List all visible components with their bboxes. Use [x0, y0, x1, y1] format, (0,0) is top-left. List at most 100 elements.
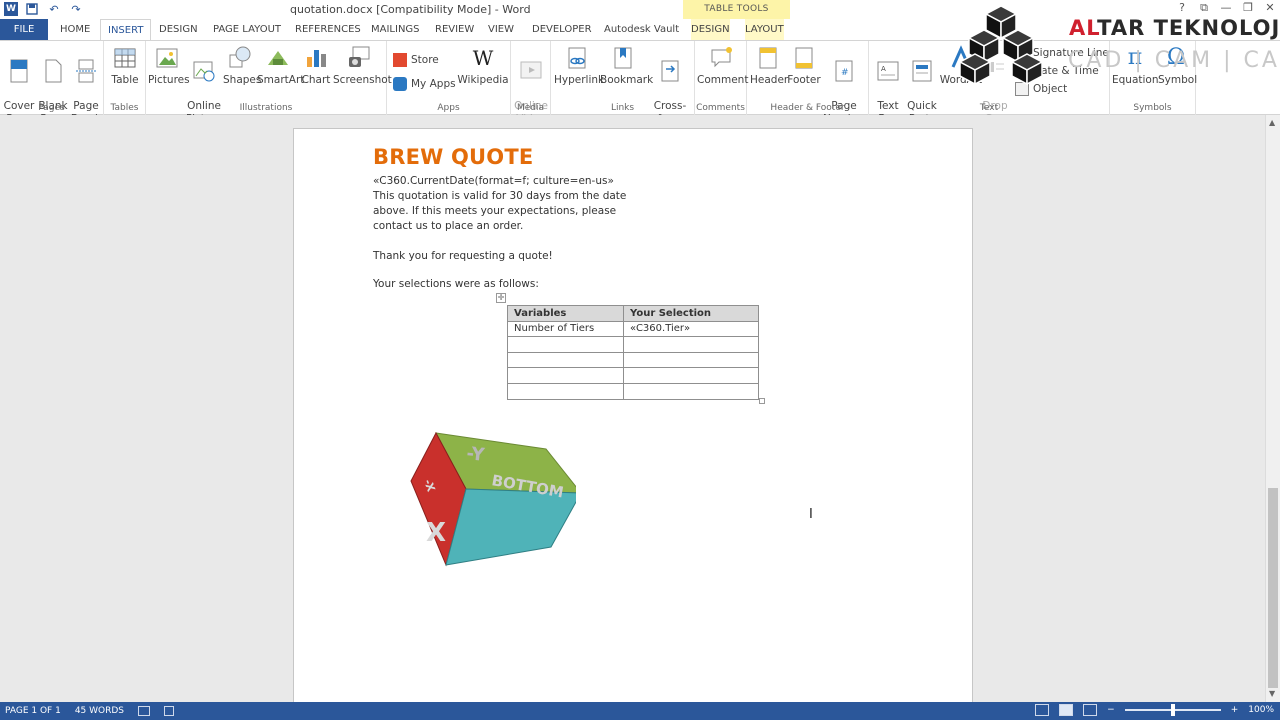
word-count[interactable]: 45 WORDS [75, 706, 124, 716]
scroll-up-icon[interactable]: ▲ [1269, 118, 1275, 127]
web-layout-icon[interactable] [1083, 704, 1098, 716]
scroll-down-icon[interactable]: ▼ [1269, 689, 1275, 698]
close-button[interactable]: ✕ [1264, 1, 1276, 15]
restore-button[interactable]: ❐ [1242, 1, 1254, 15]
table-move-handle-icon[interactable]: ✛ [496, 293, 506, 303]
table-header-cell[interactable]: Your Selection [623, 305, 759, 322]
quick-access-toolbar: W ↶ ↷ [4, 1, 84, 17]
tab-file[interactable]: FILE [0, 19, 48, 40]
table-cell[interactable] [623, 367, 759, 384]
table-header-cell[interactable]: Variables [507, 305, 624, 322]
undo-icon[interactable]: ↶ [46, 1, 62, 17]
table-resize-handle[interactable] [759, 398, 765, 404]
quick-parts-icon [912, 60, 932, 82]
page-count[interactable]: PAGE 1 OF 1 [5, 706, 61, 716]
comment-button[interactable]: Comment [697, 45, 748, 87]
cover-page-button[interactable]: Cover Page [3, 45, 35, 126]
altar-logo-subtitle: CAD | CAM | CAE [1068, 48, 1280, 73]
tab-home[interactable]: HOME [60, 19, 90, 40]
minimize-button[interactable]: — [1220, 1, 1232, 15]
proofing-icon[interactable] [138, 706, 151, 716]
blank-page-button[interactable]: Blank Page [37, 45, 69, 126]
tab-mailings[interactable]: MAILINGS [371, 19, 420, 40]
table-cell[interactable] [507, 336, 624, 353]
word-app-icon[interactable]: W [4, 2, 18, 16]
table-cell[interactable] [623, 336, 759, 353]
document-page[interactable]: BREW QUOTE «C360.CurrentDate(format=f; c… [293, 128, 973, 708]
smartart-button[interactable]: SmartArt [257, 45, 304, 87]
help-button[interactable]: ? [1176, 1, 1188, 15]
wikipedia-button[interactable]: W Wikipedia [457, 45, 509, 87]
zoom-out-icon[interactable]: − [1107, 705, 1115, 715]
chart-button[interactable]: Chart [300, 45, 332, 87]
table-row [507, 367, 759, 384]
header-icon [759, 47, 777, 69]
print-layout-icon[interactable] [1059, 704, 1074, 716]
redo-icon[interactable]: ↷ [68, 1, 84, 17]
page-break-icon [76, 59, 96, 83]
store-button[interactable]: Store [393, 53, 439, 67]
tab-table-design[interactable]: DESIGN [691, 19, 730, 40]
cross-reference-icon [661, 60, 679, 82]
quick-parts-button[interactable]: Quick Parts [904, 45, 940, 126]
footer-icon [795, 47, 813, 69]
page-number-button[interactable]: # Page Number [823, 45, 865, 126]
tab-review[interactable]: REVIEW [435, 19, 474, 40]
bookmark-button[interactable]: Bookmark [600, 45, 653, 87]
ribbon-display-button[interactable]: ⧉ [1198, 1, 1210, 15]
tab-developer[interactable]: DEVELOPER [532, 19, 592, 40]
zoom-slider[interactable] [1124, 704, 1221, 716]
selections-table[interactable]: Variables Your Selection Number of Tiers… [507, 305, 759, 400]
macro-record-icon[interactable] [164, 706, 175, 716]
page-break-button[interactable]: Page Break [70, 45, 102, 126]
table-cell[interactable] [507, 382, 624, 400]
screenshot-button[interactable]: Screenshot [333, 45, 392, 87]
table-cell[interactable]: Number of Tiers [507, 320, 624, 338]
online-video-button[interactable]: Online Video [514, 45, 548, 126]
group-media: Online Video Media [511, 41, 551, 125]
tab-design[interactable]: DESIGN [159, 19, 198, 40]
tab-autodesk-vault[interactable]: Autodesk Vault [604, 19, 679, 40]
text-box-button[interactable]: A Text Box [871, 45, 905, 126]
save-icon[interactable] [24, 1, 40, 17]
tab-insert[interactable]: INSERT [100, 19, 152, 40]
online-pictures-button[interactable]: Online Pictures [186, 45, 228, 126]
my-apps-button[interactable]: My Apps [393, 77, 456, 91]
vertical-scrollbar[interactable]: ▲ ▼ [1265, 115, 1280, 702]
hyperlink-button[interactable]: Hyperlink [554, 45, 604, 87]
document-canvas[interactable]: BREW QUOTE «C360.CurrentDate(format=f; c… [0, 115, 1265, 708]
svg-text:#: # [841, 68, 849, 78]
table-header-row: Variables Your Selection [507, 305, 759, 322]
read-mode-icon[interactable] [1035, 704, 1050, 716]
scrollbar-thumb[interactable] [1268, 488, 1278, 688]
header-button[interactable]: Header [750, 45, 788, 87]
cross-reference-button[interactable]: Cross- reference [647, 45, 697, 126]
doc-line-4: contact us to place an order. [373, 220, 524, 232]
table-button[interactable]: Table [109, 45, 141, 87]
table-cell[interactable] [623, 382, 759, 400]
footer-button[interactable]: Footer [786, 45, 822, 87]
text-cursor-icon: I [809, 507, 813, 522]
tab-view[interactable]: VIEW [488, 19, 514, 40]
hyperlink-icon [568, 47, 586, 69]
pictures-button[interactable]: Pictures [148, 45, 190, 87]
tab-table-layout[interactable]: LAYOUT [745, 19, 784, 40]
view-cube-image[interactable]: -Y BOTTOM X -X [406, 419, 576, 569]
doc-date-field: «C360.CurrentDate(format=f; culture=en-u… [373, 175, 614, 187]
doc-selections-intro: Your selections were as follows: [373, 278, 539, 290]
group-label-comments: Comments [696, 103, 745, 113]
shapes-button[interactable]: Shapes [223, 45, 261, 87]
zoom-level[interactable]: 100% [1248, 705, 1274, 715]
pictures-icon [156, 48, 178, 68]
tab-page-layout[interactable]: PAGE LAYOUT [213, 19, 281, 40]
table-cell[interactable] [507, 367, 624, 384]
table-cell[interactable] [507, 351, 624, 369]
tab-references[interactable]: REFERENCES [295, 19, 361, 40]
group-label-links: Links [610, 103, 635, 113]
blank-page-icon [45, 59, 62, 83]
zoom-in-icon[interactable]: + [1231, 705, 1239, 715]
table-cell[interactable]: «C360.Tier» [623, 320, 759, 338]
table-cell[interactable] [623, 351, 759, 369]
altar-logo-text: ALTAR TEKNOLOJİ [1069, 16, 1280, 40]
zoom-slider-thumb[interactable] [1170, 704, 1175, 716]
